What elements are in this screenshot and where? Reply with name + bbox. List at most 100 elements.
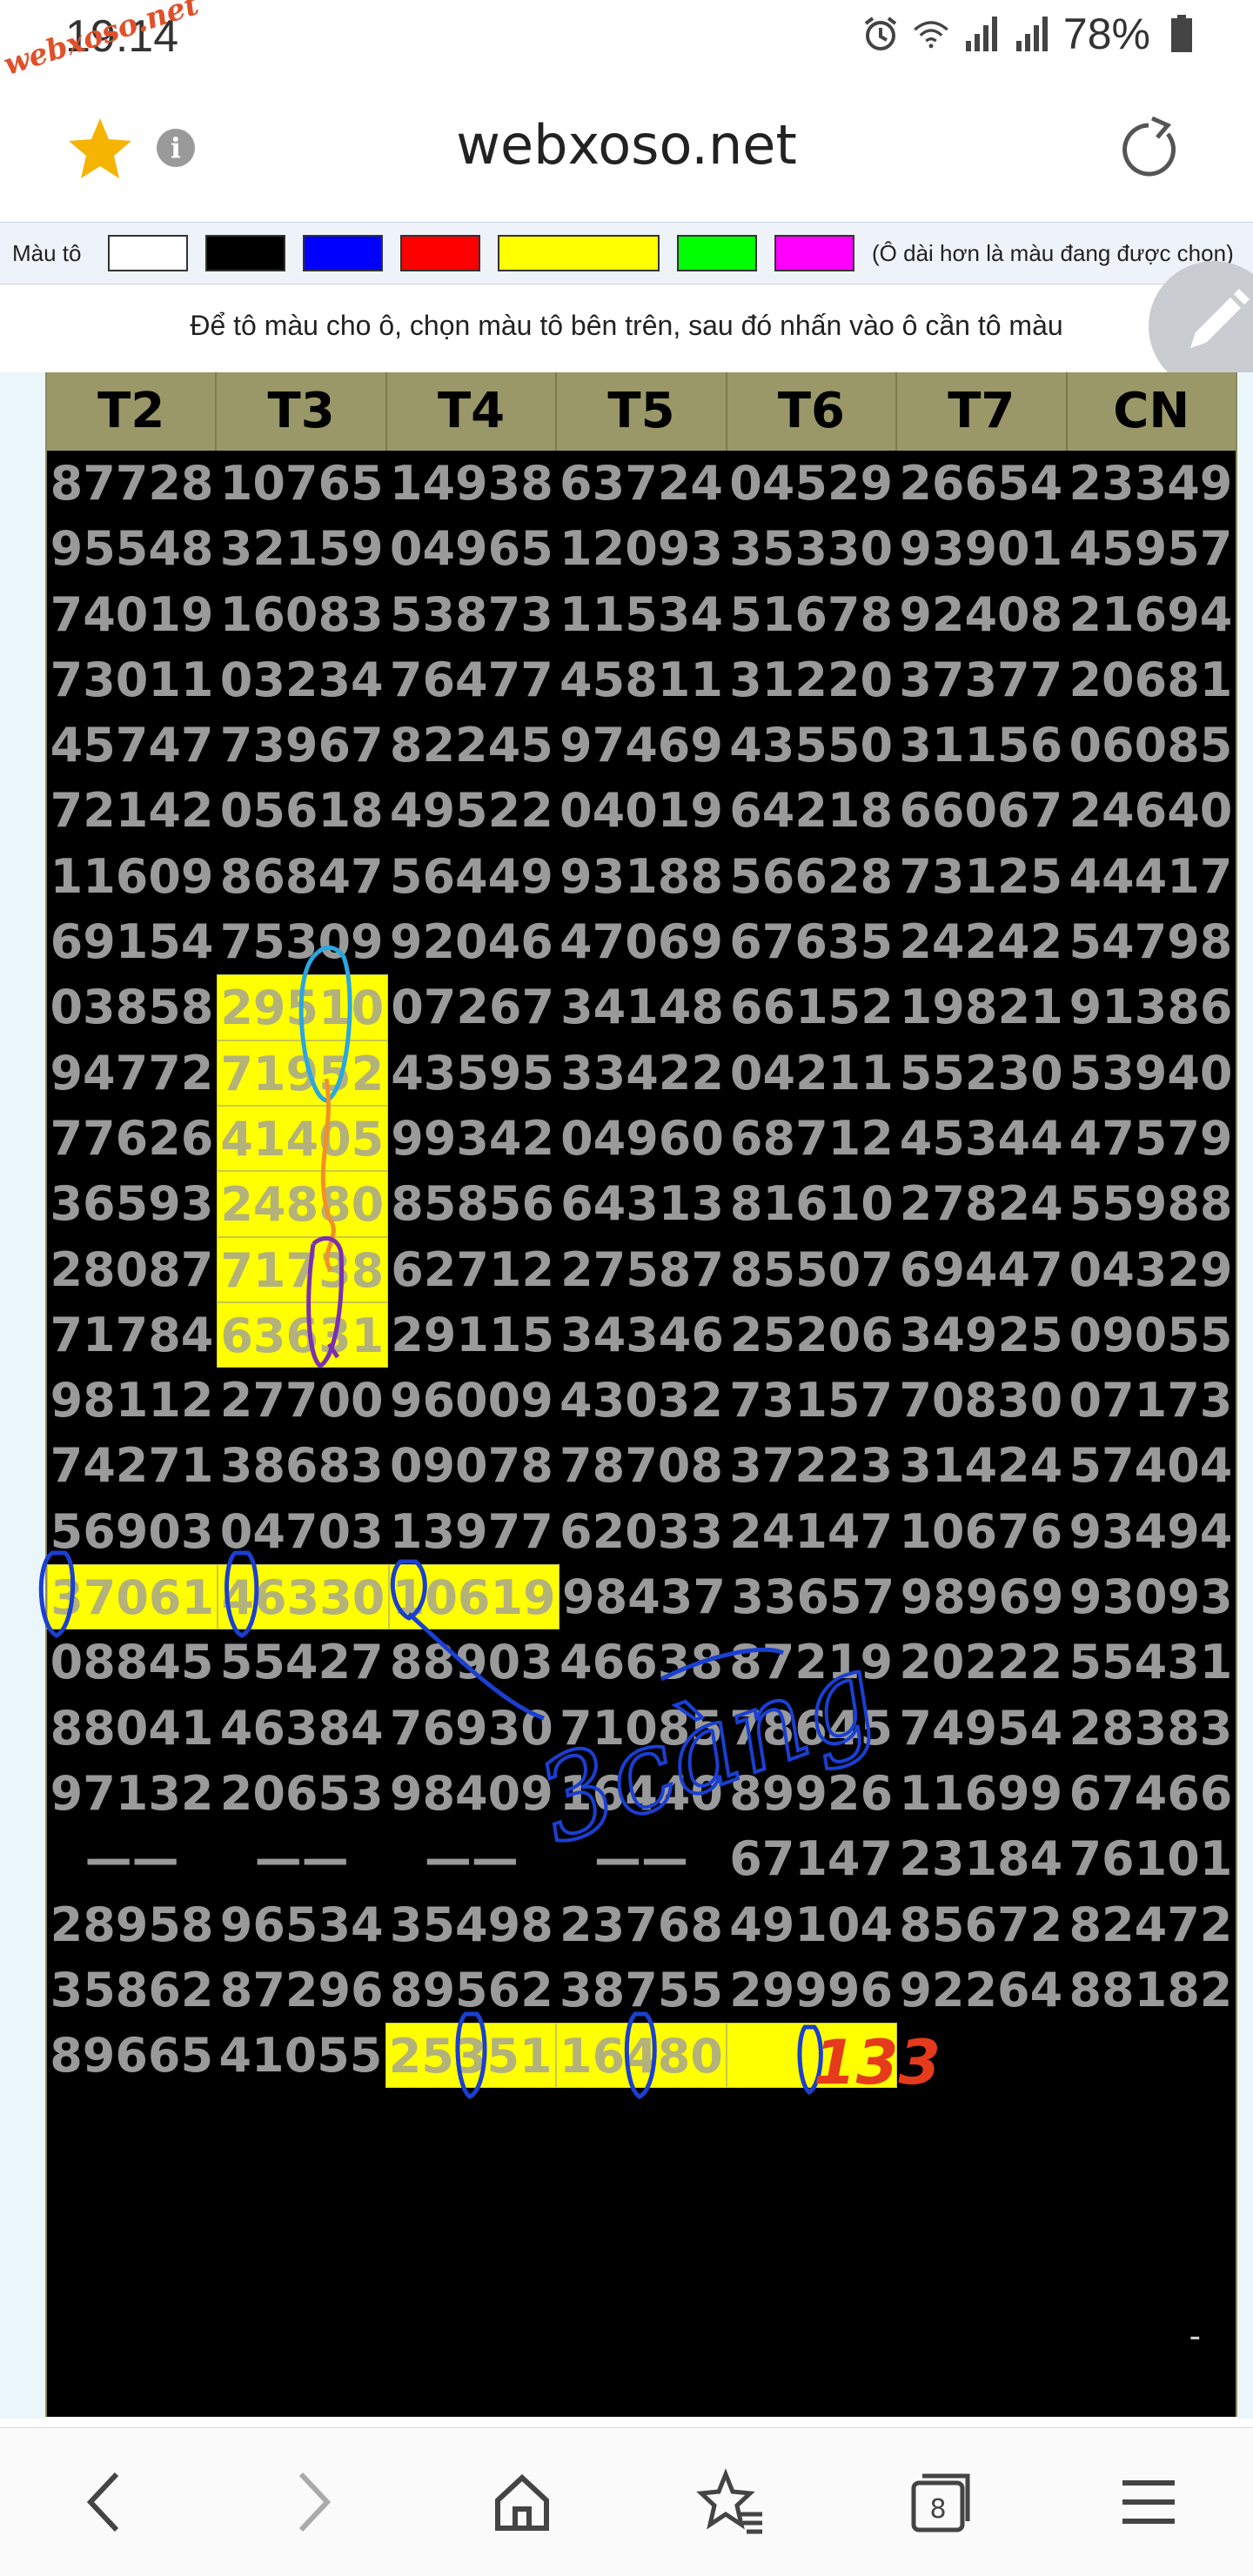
number-cell[interactable]: 04329 <box>1066 1237 1236 1302</box>
number-cell[interactable]: 62033 <box>556 1499 726 1564</box>
number-cell[interactable]: 19821 <box>896 974 1066 1040</box>
number-cell[interactable]: 26654 <box>896 451 1066 516</box>
number-cell[interactable]: 45957 <box>1066 516 1236 581</box>
number-cell[interactable]: 11609 <box>47 844 217 909</box>
number-cell[interactable]: 72142 <box>47 778 217 843</box>
number-cell[interactable]: 16480 <box>555 2023 727 2089</box>
number-cell[interactable]: 55988 <box>1066 1171 1236 1236</box>
number-cell[interactable]: 04960 <box>558 1106 727 1171</box>
number-cell[interactable]: 43595 <box>388 1040 558 1106</box>
number-cell[interactable]: 20681 <box>1066 647 1236 713</box>
number-cell[interactable]: 88903 <box>386 1629 556 1695</box>
number-cell[interactable]: 69447 <box>896 1237 1066 1302</box>
number-cell[interactable]: 04211 <box>727 1040 896 1106</box>
number-cell[interactable]: 97469 <box>556 713 726 778</box>
number-cell[interactable]: 06085 <box>1066 713 1236 778</box>
number-cell[interactable]: 49522 <box>386 778 556 843</box>
number-cell[interactable]: 74271 <box>47 1433 217 1498</box>
menu-button[interactable] <box>1105 2459 1192 2546</box>
number-cell[interactable]: 37061 <box>47 1564 218 1630</box>
number-cell[interactable]: 73157 <box>727 1368 896 1433</box>
number-cell[interactable]: 77626 <box>47 1106 217 1171</box>
number-cell[interactable]: —— <box>217 1826 386 1891</box>
number-cell[interactable]: 09055 <box>1066 1302 1236 1368</box>
number-cell[interactable]: 09078 <box>386 1433 556 1498</box>
number-cell[interactable]: 37377 <box>896 647 1066 713</box>
number-cell[interactable]: 25351 <box>385 2023 556 2089</box>
number-cell[interactable]: 67466 <box>1066 1761 1236 1826</box>
number-cell[interactable]: 03234 <box>217 647 386 713</box>
number-cell[interactable]: 76930 <box>386 1696 556 1761</box>
number-cell[interactable]: 56628 <box>727 844 896 909</box>
number-cell[interactable]: 46384 <box>217 1696 386 1761</box>
forward-button[interactable] <box>270 2459 357 2546</box>
number-cell[interactable]: 67635 <box>727 909 896 974</box>
swatch-green[interactable] <box>677 235 757 271</box>
number-cell[interactable]: 41405 <box>216 1105 388 1172</box>
bookmarks-button[interactable] <box>687 2459 774 2546</box>
number-cell[interactable]: 24880 <box>216 1171 388 1237</box>
number-cell[interactable]: 34346 <box>558 1302 727 1368</box>
number-cell[interactable]: 37223 <box>727 1433 896 1498</box>
number-cell[interactable]: 29510 <box>216 974 388 1040</box>
number-cell[interactable]: 23768 <box>556 1892 726 1957</box>
number-cell[interactable]: 93093 <box>1067 1564 1236 1629</box>
reload-icon[interactable] <box>1114 115 1183 184</box>
number-cell[interactable]: 68712 <box>727 1106 896 1171</box>
number-cell[interactable]: —— <box>386 1826 556 1891</box>
number-cell[interactable]: 43032 <box>556 1368 726 1433</box>
number-cell[interactable]: 89665 <box>47 2023 216 2088</box>
number-cell[interactable]: 85856 <box>388 1171 558 1236</box>
number-cell[interactable]: 73967 <box>217 713 386 778</box>
number-cell[interactable]: 71784 <box>47 1302 217 1368</box>
number-cell[interactable]: 92408 <box>896 582 1066 647</box>
tabs-button[interactable]: 8 <box>896 2459 983 2546</box>
number-cell[interactable]: 04019 <box>556 778 726 843</box>
swatch-magenta[interactable] <box>774 235 854 271</box>
number-cell[interactable]: 53940 <box>1066 1040 1236 1106</box>
number-cell[interactable]: 20222 <box>896 1629 1066 1695</box>
swatch-black[interactable] <box>205 235 285 271</box>
number-cell[interactable]: 98969 <box>897 1564 1066 1629</box>
number-cell[interactable]: 71738 <box>216 1236 388 1302</box>
number-cell[interactable]: 44417 <box>1066 844 1236 909</box>
number-cell[interactable]: 24640 <box>1066 778 1236 843</box>
number-cell[interactable]: 46638 <box>556 1629 726 1695</box>
number-cell[interactable]: 04529 <box>727 451 896 516</box>
number-cell[interactable]: 13977 <box>386 1499 556 1564</box>
number-cell[interactable]: 07267 <box>388 974 558 1040</box>
number-cell[interactable]: 93901 <box>896 516 1066 581</box>
number-cell[interactable]: 93494 <box>1066 1499 1236 1564</box>
number-cell[interactable]: 05618 <box>217 778 386 843</box>
number-cell[interactable]: 98409 <box>386 1761 556 1826</box>
number-cell[interactable]: 74019 <box>47 582 217 647</box>
number-cell[interactable]: 87219 <box>727 1629 896 1695</box>
number-cell[interactable]: 69154 <box>47 909 217 974</box>
number-cell[interactable]: 73011 <box>47 647 217 713</box>
number-cell[interactable]: 28958 <box>47 1892 217 1957</box>
number-cell[interactable]: 75309 <box>217 909 386 974</box>
number-cell[interactable]: 73125 <box>896 844 1066 909</box>
number-cell[interactable]: 04965 <box>386 516 556 581</box>
number-cell[interactable]: 54798 <box>1066 909 1236 974</box>
number-cell[interactable]: 64313 <box>558 1171 727 1236</box>
number-cell[interactable]: 91386 <box>1066 974 1236 1040</box>
number-cell[interactable]: 35330 <box>727 516 896 581</box>
number-cell[interactable]: 33657 <box>728 1564 897 1629</box>
number-cell[interactable]: —— <box>47 1826 217 1891</box>
number-cell[interactable]: 28383 <box>1066 1696 1236 1761</box>
number-cell[interactable]: 36593 <box>47 1171 217 1236</box>
number-cell[interactable]: 87296 <box>217 1957 386 2023</box>
number-cell[interactable]: 34925 <box>896 1302 1066 1368</box>
number-cell[interactable]: 07173 <box>1066 1368 1236 1433</box>
number-cell[interactable]: 03858 <box>47 974 217 1040</box>
number-cell[interactable]: 93188 <box>556 844 726 909</box>
number-cell[interactable]: 96534 <box>217 1892 386 1957</box>
number-cell[interactable]: 04703 <box>217 1499 386 1564</box>
number-cell[interactable]: 49104 <box>727 1892 896 1957</box>
number-cell[interactable]: 35498 <box>386 1892 556 1957</box>
number-cell[interactable]: 16440 <box>556 1761 726 1826</box>
number-cell[interactable]: 23184 <box>896 1826 1066 1891</box>
number-cell[interactable]: 11534 <box>556 582 726 647</box>
number-cell[interactable]: 85507 <box>727 1237 896 1302</box>
